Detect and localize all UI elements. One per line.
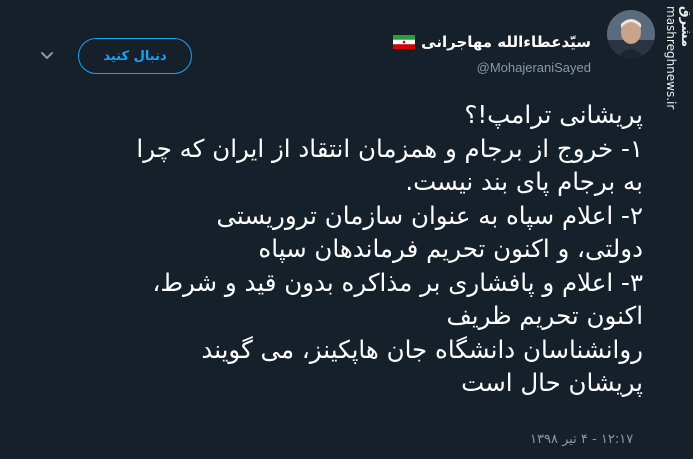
tweet-line: پریشانی ترامپ!؟ — [464, 100, 643, 129]
avatar[interactable] — [607, 10, 655, 58]
iran-flag-icon — [393, 35, 416, 49]
tweet-line: ۱- خروج از برجام و همزمان انتقاد از ایرا… — [136, 133, 643, 163]
tweet-line: روانشناسان دانشگاه جان هاپکینز، می گویند — [201, 334, 643, 364]
author-handle[interactable]: @MohajeraniSayed — [477, 60, 591, 75]
author-name-row: سیّدعطاءالله مهاجرانی — [393, 33, 591, 51]
avatar-portrait-icon — [607, 10, 655, 58]
tweet-line: پریشان حال است — [461, 368, 643, 397]
watermark-brand: مشرق — [678, 6, 693, 47]
tweet-card: مشرق mashreghnews.ir سیّدعطاءالله مهاجرا… — [0, 0, 693, 459]
tweet-timestamp[interactable]: ۱۲:۱۷ - ۴ تیر ۱۳۹۸ — [530, 432, 633, 447]
tweet-body: پریشانی ترامپ!؟ ۱- خروج از برجام و همزما… — [28, 98, 643, 400]
watermark: مشرق mashreghnews.ir — [653, 0, 693, 112]
tweet-line: ۲- اعلام سپاه به عنوان سازمان تروریستی — [216, 200, 644, 230]
tweet-line: ۳- اعلام و پافشاری بر مذاکره بدون قید و … — [152, 267, 643, 297]
tweet-line: دولتی، و اکنون تحریم فرماندهان سپاه — [258, 234, 643, 263]
tweet-line: به برجام پای بند نیست. — [405, 167, 643, 196]
tweet-line: اکنون تحریم ظریف — [446, 301, 643, 330]
follow-button[interactable]: دنبال کنید — [78, 38, 192, 74]
chevron-down-icon[interactable] — [38, 47, 56, 65]
watermark-site: mashreghnews.ir — [664, 6, 678, 110]
author-display-name[interactable]: سیّدعطاءالله مهاجرانی — [421, 33, 591, 51]
